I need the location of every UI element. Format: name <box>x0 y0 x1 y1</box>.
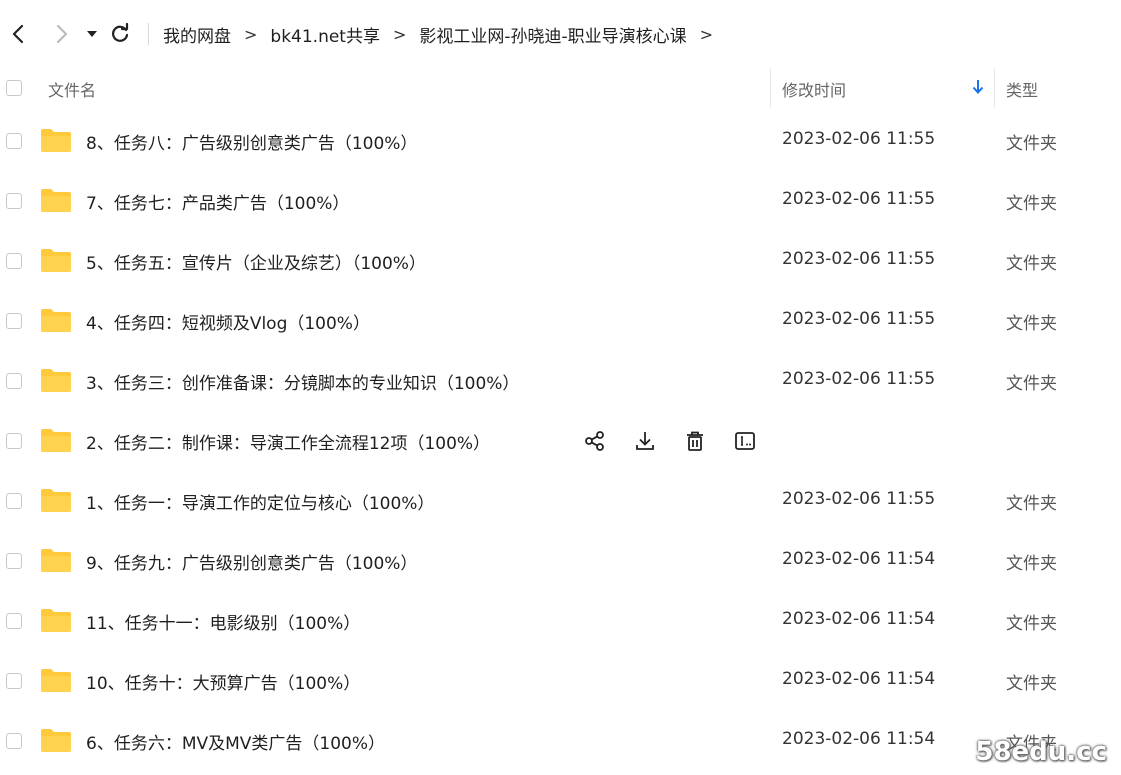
row-checkbox[interactable] <box>6 493 22 509</box>
row-checkbox[interactable] <box>6 733 22 749</box>
folder-icon <box>41 489 71 512</box>
breadcrumb-separator: > <box>244 24 258 44</box>
modified-time: 2023-02-06 11:54 <box>782 549 936 569</box>
file-type: 文件夹 <box>1006 194 1057 214</box>
sort-descending-icon[interactable] <box>971 78 985 100</box>
file-name[interactable]: 10、任务十：大预算广告（100%） <box>86 669 360 694</box>
folder-icon <box>41 669 71 692</box>
forward-icon[interactable] <box>50 22 74 46</box>
table-row[interactable]: 8、任务八：广告级别创意类广告（100%） 2023-02-06 11:55 文… <box>0 111 1121 171</box>
row-checkbox[interactable] <box>6 313 22 329</box>
table-row-hovered[interactable]: 2、任务二：制作课：导演工作全流程12项（100%） <box>0 411 1121 471</box>
file-name[interactable]: 4、任务四：短视频及Vlog（100%） <box>86 309 370 334</box>
file-name[interactable]: 5、任务五：宣传片（企业及综艺）（100%） <box>86 249 426 274</box>
modified-time: 2023-02-06 11:54 <box>782 729 936 749</box>
column-divider[interactable] <box>770 68 771 108</box>
file-name[interactable]: 9、任务九：广告级别创意类广告（100%） <box>86 549 417 574</box>
folder-icon <box>41 129 71 152</box>
file-type: 文件夹 <box>1006 614 1057 634</box>
row-checkbox[interactable] <box>6 373 22 389</box>
row-checkbox[interactable] <box>6 433 22 449</box>
row-checkbox[interactable] <box>6 133 22 149</box>
file-type: 文件夹 <box>1006 254 1057 274</box>
breadcrumb-separator: > <box>392 24 407 44</box>
file-type: 文件夹 <box>1006 674 1057 694</box>
folder-icon <box>41 189 71 212</box>
modified-time: 2023-02-06 11:55 <box>782 249 936 269</box>
modified-time: 2023-02-06 11:55 <box>782 309 936 329</box>
row-actions <box>582 428 758 454</box>
table-row[interactable]: 5、任务五：宣传片（企业及综艺）（100%） 2023-02-06 11:55 … <box>0 231 1121 291</box>
download-icon[interactable] <box>632 428 658 454</box>
file-name[interactable]: 8、任务八：广告级别创意类广告（100%） <box>86 129 417 154</box>
table-row[interactable]: 9、任务九：广告级别创意类广告（100%） 2023-02-06 11:54 文… <box>0 531 1121 591</box>
toolbar: 我的网盘 > bk41.net共享 > 影视工业网-孙晓迪-职业导演核心课 > <box>0 0 1121 68</box>
column-header-type[interactable]: 类型 <box>1006 77 1038 101</box>
table-row[interactable]: 3、任务三：创作准备课：分镜脚本的专业知识（100%） 2023-02-06 1… <box>0 351 1121 411</box>
breadcrumb-item[interactable]: 影视工业网-孙晓迪-职业导演核心课 <box>419 22 686 47</box>
modified-time: 2023-02-06 11:54 <box>782 669 936 689</box>
breadcrumb-item[interactable]: bk41.net共享 <box>270 22 380 47</box>
select-all-checkbox[interactable] <box>6 80 22 96</box>
table-row[interactable]: 11、任务十一：电影级别（100%） 2023-02-06 11:54 文件夹 <box>0 591 1121 651</box>
row-checkbox[interactable] <box>6 553 22 569</box>
row-checkbox[interactable] <box>6 613 22 629</box>
folder-icon <box>41 609 71 632</box>
column-divider[interactable] <box>994 68 995 108</box>
refresh-icon[interactable] <box>108 22 132 46</box>
modified-time: 2023-02-06 11:54 <box>782 609 936 629</box>
table-row[interactable]: 4、任务四：短视频及Vlog（100%） 2023-02-06 11:55 文件… <box>0 291 1121 351</box>
file-type: 文件夹 <box>1006 134 1057 154</box>
folder-icon <box>41 369 71 392</box>
file-type: 文件夹 <box>1006 314 1057 334</box>
table-row[interactable]: 6、任务六：MV及MV类广告（100%） 2023-02-06 11:54 文件… <box>0 711 1121 771</box>
breadcrumb-item[interactable]: 我的网盘 <box>163 22 231 47</box>
back-icon[interactable] <box>6 22 30 46</box>
watermark: 58edu.cc <box>975 737 1107 767</box>
rename-icon[interactable] <box>732 428 758 454</box>
modified-time: 2023-02-06 11:55 <box>782 489 936 509</box>
modified-time: 2023-02-06 11:55 <box>782 369 936 389</box>
row-checkbox[interactable] <box>6 193 22 209</box>
file-name[interactable]: 11、任务十一：电影级别（100%） <box>86 609 360 634</box>
breadcrumb-separator[interactable]: > <box>700 25 713 44</box>
share-icon[interactable] <box>582 428 608 454</box>
file-name[interactable]: 6、任务六：MV及MV类广告（100%） <box>86 729 385 754</box>
modified-time: 2023-02-06 11:55 <box>782 189 936 209</box>
column-header-name[interactable]: 文件名 <box>48 77 96 101</box>
delete-icon[interactable] <box>682 428 708 454</box>
table-row[interactable]: 10、任务十：大预算广告（100%） 2023-02-06 11:54 文件夹 <box>0 651 1121 711</box>
row-checkbox[interactable] <box>6 673 22 689</box>
history-dropdown-icon[interactable] <box>80 22 104 46</box>
column-header: 文件名 修改时间 类型 <box>0 68 1121 108</box>
folder-icon <box>41 729 71 752</box>
file-name[interactable]: 2、任务二：制作课：导演工作全流程12项（100%） <box>86 429 490 454</box>
breadcrumb: 我的网盘 > bk41.net共享 > 影视工业网-孙晓迪-职业导演核心课 > <box>163 22 726 47</box>
folder-icon <box>41 309 71 332</box>
folder-icon <box>41 549 71 572</box>
file-name[interactable]: 1、任务一：导演工作的定位与核心（100%） <box>86 489 434 514</box>
row-checkbox[interactable] <box>6 253 22 269</box>
file-name[interactable]: 7、任务七：产品类广告（100%） <box>86 189 349 214</box>
column-header-modified[interactable]: 修改时间 <box>782 77 846 101</box>
file-type: 文件夹 <box>1006 554 1057 574</box>
file-type: 文件夹 <box>1006 494 1057 514</box>
file-type: 文件夹 <box>1006 374 1057 394</box>
table-row[interactable]: 1、任务一：导演工作的定位与核心（100%） 2023-02-06 11:55 … <box>0 471 1121 531</box>
toolbar-divider <box>148 23 149 45</box>
modified-time: 2023-02-06 11:55 <box>782 129 936 149</box>
folder-icon <box>41 429 71 452</box>
folder-icon <box>41 249 71 272</box>
table-row[interactable]: 7、任务七：产品类广告（100%） 2023-02-06 11:55 文件夹 <box>0 171 1121 231</box>
file-name[interactable]: 3、任务三：创作准备课：分镜脚本的专业知识（100%） <box>86 369 519 394</box>
